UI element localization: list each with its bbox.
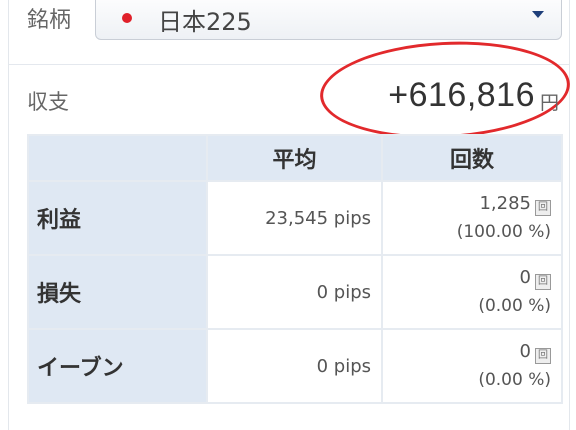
row-label-profit: 利益 [27, 180, 208, 256]
column-header-average: 平均 [206, 134, 383, 182]
count-cell: 0回 (0.00 %) [381, 254, 563, 330]
count-percent: (0.00 %) [478, 370, 551, 390]
count-cell: 0回 (0.00 %) [381, 328, 563, 404]
table-header-row: 平均 回数 [27, 134, 563, 182]
pl-amount: +616,816 [388, 76, 535, 114]
count-unit-icon: 回 [535, 200, 551, 216]
pl-label: 収支 [27, 90, 69, 114]
table-corner [27, 134, 208, 182]
count-cell: 1,285 回 (100.00 %) [381, 180, 563, 256]
average-value: 23,545 pips [265, 207, 371, 229]
column-header-count: 回数 [381, 134, 563, 182]
count-value: 1,285 [479, 193, 531, 214]
average-cell: 23,545 pips [206, 180, 383, 256]
pl-unit: 円 [539, 92, 559, 114]
instrument-select[interactable]: 日本225 [95, 0, 562, 40]
instrument-label: 銘柄 [27, 8, 72, 33]
average-value: 0 pips [316, 281, 371, 303]
count-percent: (0.00 %) [478, 296, 551, 316]
instrument-select-value: 日本225 [158, 8, 252, 36]
stats-table: 平均 回数 利益 23,545 pips 1,285 回 (100.00 %) 損… [27, 134, 563, 404]
average-cell: 0 pips [206, 254, 383, 330]
count-percent: (100.00 %) [456, 222, 551, 242]
table-row: イーブン 0 pips 0回 (0.00 %) [27, 328, 563, 404]
row-label-loss: 損失 [27, 254, 208, 330]
count-value: 0 [519, 341, 531, 362]
table-row: 損失 0 pips 0回 (0.00 %) [27, 254, 563, 330]
chevron-down-icon[interactable] [525, 3, 551, 27]
row-label-even: イーブン [27, 328, 208, 404]
count-value: 0 [519, 267, 531, 288]
japan-flag-icon [122, 13, 132, 23]
count-unit-icon: 回 [535, 274, 551, 290]
table-row: 利益 23,545 pips 1,285 回 (100.00 %) [27, 180, 563, 256]
average-cell: 0 pips [206, 328, 383, 404]
stats-panel: 銘柄 日本225 収支 +616,816 円 平均 回数 利益 23,545 p… [8, 0, 573, 430]
count-unit-icon: 回 [535, 348, 551, 364]
average-value: 0 pips [316, 355, 371, 377]
